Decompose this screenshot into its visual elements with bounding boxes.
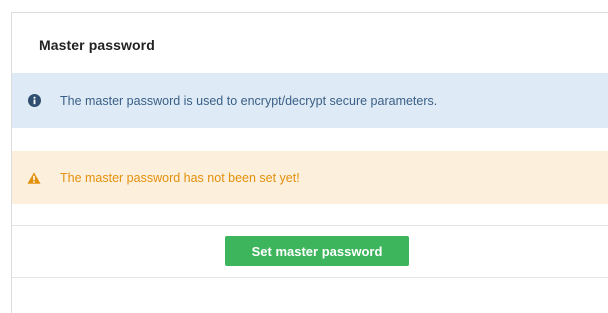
warning-alert-message: The master password has not been set yet… [60, 170, 300, 185]
info-circle-icon [27, 94, 41, 108]
divider [12, 225, 608, 226]
warning-alert: The master password has not been set yet… [12, 151, 608, 204]
divider [12, 277, 608, 278]
info-alert-message: The master password is used to encrypt/d… [60, 93, 438, 108]
warning-triangle-icon [27, 171, 41, 185]
panel-title: Master password [39, 37, 155, 53]
info-alert: The master password is used to encrypt/d… [12, 73, 608, 128]
master-password-panel: Master password The master password is u… [11, 12, 608, 313]
set-master-password-button[interactable]: Set master password [225, 236, 409, 266]
